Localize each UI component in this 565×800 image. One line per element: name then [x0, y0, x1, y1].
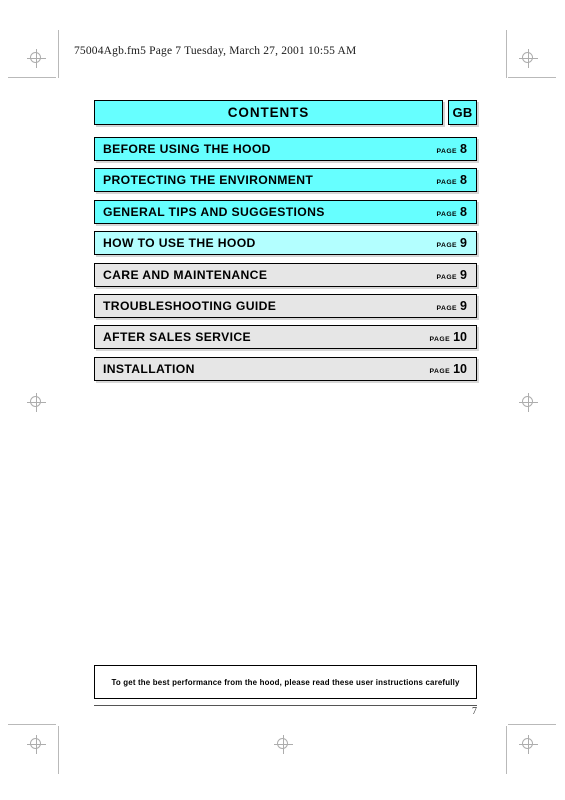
toc-page-number: 8 — [460, 204, 467, 219]
crop-line-bottom-left-vertical — [58, 726, 59, 774]
registration-target-icon-middle-left — [27, 393, 46, 412]
toc-row-page-reference: PAGE 9 — [436, 299, 467, 313]
toc-row-page-reference: PAGE 9 — [436, 236, 467, 250]
toc-page-word: PAGE — [436, 179, 458, 187]
toc-row-title: HOW TO USE THE HOOD — [103, 236, 256, 251]
toc-row-how-to-use-the-hood[interactable]: HOW TO USE THE HOOD PAGE 9 — [94, 231, 477, 256]
crop-line-bottom-left-horizontal — [8, 724, 56, 725]
toc-row-before-using-the-hood[interactable]: BEFORE USING THE HOOD PAGE 8 — [94, 137, 477, 161]
document-header-line: 75004Agb.fm5 Page 7 Tuesday, March 27, 2… — [74, 45, 357, 57]
toc-page-number: 10 — [453, 361, 467, 376]
toc-row-title: GENERAL TIPS AND SUGGESTIONS — [103, 204, 325, 219]
contents-list: CONTENTS GB BEFORE USING THE HOOD PAGE 8… — [94, 100, 477, 388]
language-code-badge: GB — [448, 100, 477, 125]
document-page: 75004Agb.fm5 Page 7 Tuesday, March 27, 2… — [0, 0, 565, 800]
footer-note-text: To get the best performance from the hoo… — [111, 677, 460, 687]
crop-line-top-left-vertical — [58, 30, 59, 78]
toc-row-title: CARE AND MAINTENANCE — [103, 267, 268, 282]
toc-row-title: BEFORE USING THE HOOD — [103, 142, 271, 156]
toc-page-word: PAGE — [436, 242, 458, 250]
registration-target-icon-bottom-left — [27, 735, 46, 754]
toc-row-page-reference: PAGE 10 — [430, 330, 467, 344]
toc-page-number: 9 — [460, 236, 467, 251]
toc-row-title: AFTER SALES SERVICE — [103, 330, 251, 345]
contents-title-bar: CONTENTS — [94, 100, 443, 125]
toc-row-page-reference: PAGE 8 — [436, 205, 467, 219]
toc-row-title: PROTECTING THE ENVIRONMENT — [103, 173, 314, 188]
crop-line-top-left-horizontal — [8, 77, 56, 78]
toc-row-general-tips-and-suggestions[interactable]: GENERAL TIPS AND SUGGESTIONS PAGE 8 — [94, 199, 477, 224]
crop-line-top-right-horizontal — [508, 77, 556, 78]
footer-note-box: To get the best performance from the hoo… — [94, 665, 477, 699]
toc-page-word: PAGE — [436, 304, 458, 312]
crop-line-top-right-vertical — [506, 30, 507, 78]
toc-page-word: PAGE — [429, 367, 451, 375]
toc-page-number: 9 — [460, 267, 467, 282]
registration-target-icon-top-left — [27, 49, 46, 68]
toc-row-page-reference: PAGE 10 — [430, 362, 467, 376]
toc-row-installation[interactable]: INSTALLATION PAGE 10 — [94, 356, 477, 381]
registration-target-icon-bottom-center — [274, 735, 293, 754]
toc-page-number: 8 — [460, 142, 467, 156]
contents-title-row: CONTENTS GB — [94, 100, 477, 125]
toc-page-word: PAGE — [436, 210, 458, 218]
crop-line-bottom-right-horizontal — [508, 724, 556, 725]
registration-target-icon-middle-right — [519, 393, 538, 412]
toc-page-number: 8 — [460, 173, 467, 188]
toc-row-protecting-the-environment[interactable]: PROTECTING THE ENVIRONMENT PAGE 8 — [94, 168, 477, 193]
toc-row-care-and-maintenance[interactable]: CARE AND MAINTENANCE PAGE 9 — [94, 262, 477, 287]
toc-page-number: 10 — [453, 330, 467, 345]
toc-row-page-reference: PAGE 8 — [436, 173, 467, 187]
toc-row-title: TROUBLESHOOTING GUIDE — [103, 298, 277, 313]
toc-page-word: PAGE — [429, 336, 451, 344]
registration-target-icon-bottom-right — [519, 735, 538, 754]
page-number: 7 — [472, 706, 477, 717]
toc-row-after-sales-service[interactable]: AFTER SALES SERVICE PAGE 10 — [94, 325, 477, 350]
registration-target-icon-top-right — [519, 49, 538, 68]
toc-page-word: PAGE — [436, 148, 458, 155]
toc-page-word: PAGE — [436, 273, 458, 281]
crop-line-bottom-right-vertical — [506, 726, 507, 774]
page-title: CONTENTS — [227, 105, 310, 120]
toc-row-troubleshooting-guide[interactable]: TROUBLESHOOTING GUIDE PAGE 9 — [94, 293, 477, 318]
toc-page-number: 9 — [460, 298, 467, 313]
toc-row-page-reference: PAGE 9 — [436, 268, 467, 282]
toc-row-page-reference: PAGE 8 — [436, 142, 467, 156]
toc-row-title: INSTALLATION — [103, 361, 195, 376]
